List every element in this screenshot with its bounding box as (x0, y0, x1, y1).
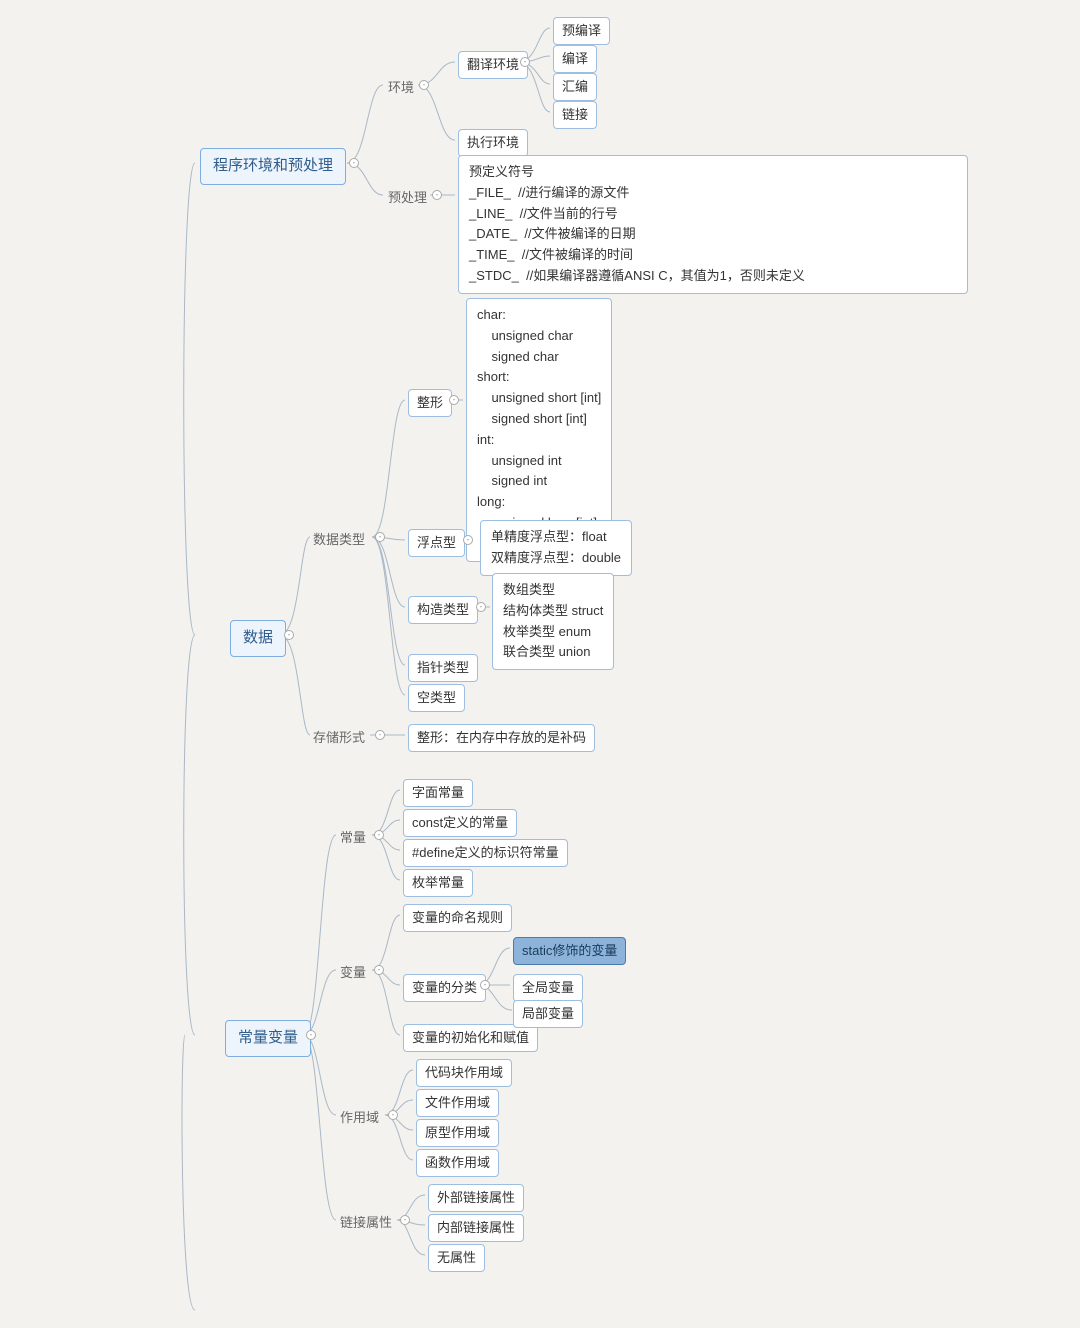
node-const-def[interactable]: const定义的常量 (403, 809, 517, 837)
node-preproc-detail[interactable]: 预定义符号 _FILE_ //进行编译的源文件 _LINE_ //文件当前的行号… (458, 155, 968, 294)
branch-datatype[interactable]: 数据类型 (313, 529, 365, 548)
branch-var[interactable]: 变量 (340, 962, 366, 981)
node-var-init[interactable]: 变量的初始化和赋值 (403, 1024, 538, 1052)
node-float[interactable]: 浮点型 (408, 529, 465, 557)
branch-link[interactable]: 链接属性 (340, 1212, 392, 1231)
node-int[interactable]: 整形 (408, 389, 452, 417)
node-int-link[interactable]: 内部链接属性 (428, 1214, 524, 1242)
node-struct[interactable]: 构造类型 (408, 596, 478, 624)
branch-scope[interactable]: 作用域 (340, 1107, 379, 1126)
node-pointer[interactable]: 指针类型 (408, 654, 478, 682)
node-global-var[interactable]: 全局变量 (513, 974, 583, 1002)
node-assemble[interactable]: 汇编 (553, 73, 597, 101)
toggle-icon[interactable]: - (388, 1110, 398, 1120)
node-void[interactable]: 空类型 (408, 684, 465, 712)
node-float-detail[interactable]: 单精度浮点型：float 双精度浮点型：double (480, 520, 632, 576)
toggle-icon[interactable]: - (284, 630, 294, 640)
branch-preprocess[interactable]: 预处理 (388, 187, 427, 206)
node-enum-const[interactable]: 枚举常量 (403, 869, 473, 897)
node-var-classify[interactable]: 变量的分类 (403, 974, 486, 1002)
toggle-icon[interactable]: - (419, 80, 429, 90)
node-no-link[interactable]: 无属性 (428, 1244, 485, 1272)
toggle-icon[interactable]: - (463, 535, 473, 545)
node-file-scope[interactable]: 文件作用域 (416, 1089, 499, 1117)
toggle-icon[interactable]: - (480, 980, 490, 990)
node-literal-const[interactable]: 字面常量 (403, 779, 473, 807)
node-var-naming[interactable]: 变量的命名规则 (403, 904, 512, 932)
toggle-icon[interactable]: - (374, 830, 384, 840)
toggle-icon[interactable]: - (374, 965, 384, 975)
node-static-var[interactable]: static修饰的变量 (513, 937, 626, 965)
toggle-icon[interactable]: - (432, 190, 442, 200)
node-translate-env[interactable]: 翻译环境 (458, 51, 528, 79)
root-data[interactable]: 数据 (230, 620, 286, 657)
branch-const[interactable]: 常量 (340, 827, 366, 846)
toggle-icon[interactable]: - (375, 532, 385, 542)
node-block-scope[interactable]: 代码块作用域 (416, 1059, 512, 1087)
toggle-icon[interactable]: - (449, 395, 459, 405)
toggle-icon[interactable]: - (520, 57, 530, 67)
node-exec-env[interactable]: 执行环境 (458, 129, 528, 157)
node-local-var[interactable]: 局部变量 (513, 1000, 583, 1028)
node-proto-scope[interactable]: 原型作用域 (416, 1119, 499, 1147)
node-func-scope[interactable]: 函数作用域 (416, 1149, 499, 1177)
branch-environment[interactable]: 环境 (388, 77, 414, 96)
node-struct-detail[interactable]: 数组类型 结构体类型 struct 枚举类型 enum 联合类型 union (492, 573, 614, 670)
branch-storage[interactable]: 存储形式 (313, 727, 365, 746)
node-precompile[interactable]: 预编译 (553, 17, 610, 45)
root-program-env[interactable]: 程序环境和预处理 (200, 148, 346, 185)
node-define-const[interactable]: #define定义的标识符常量 (403, 839, 568, 867)
toggle-icon[interactable]: - (476, 602, 486, 612)
node-compile[interactable]: 编译 (553, 45, 597, 73)
toggle-icon[interactable]: - (306, 1030, 316, 1040)
toggle-icon[interactable]: - (375, 730, 385, 740)
toggle-icon[interactable]: - (400, 1215, 410, 1225)
node-storage-detail[interactable]: 整形：在内存中存放的是补码 (408, 724, 595, 752)
root-const-var[interactable]: 常量变量 (225, 1020, 311, 1057)
node-link[interactable]: 链接 (553, 101, 597, 129)
node-ext-link[interactable]: 外部链接属性 (428, 1184, 524, 1212)
toggle-icon[interactable]: - (349, 158, 359, 168)
